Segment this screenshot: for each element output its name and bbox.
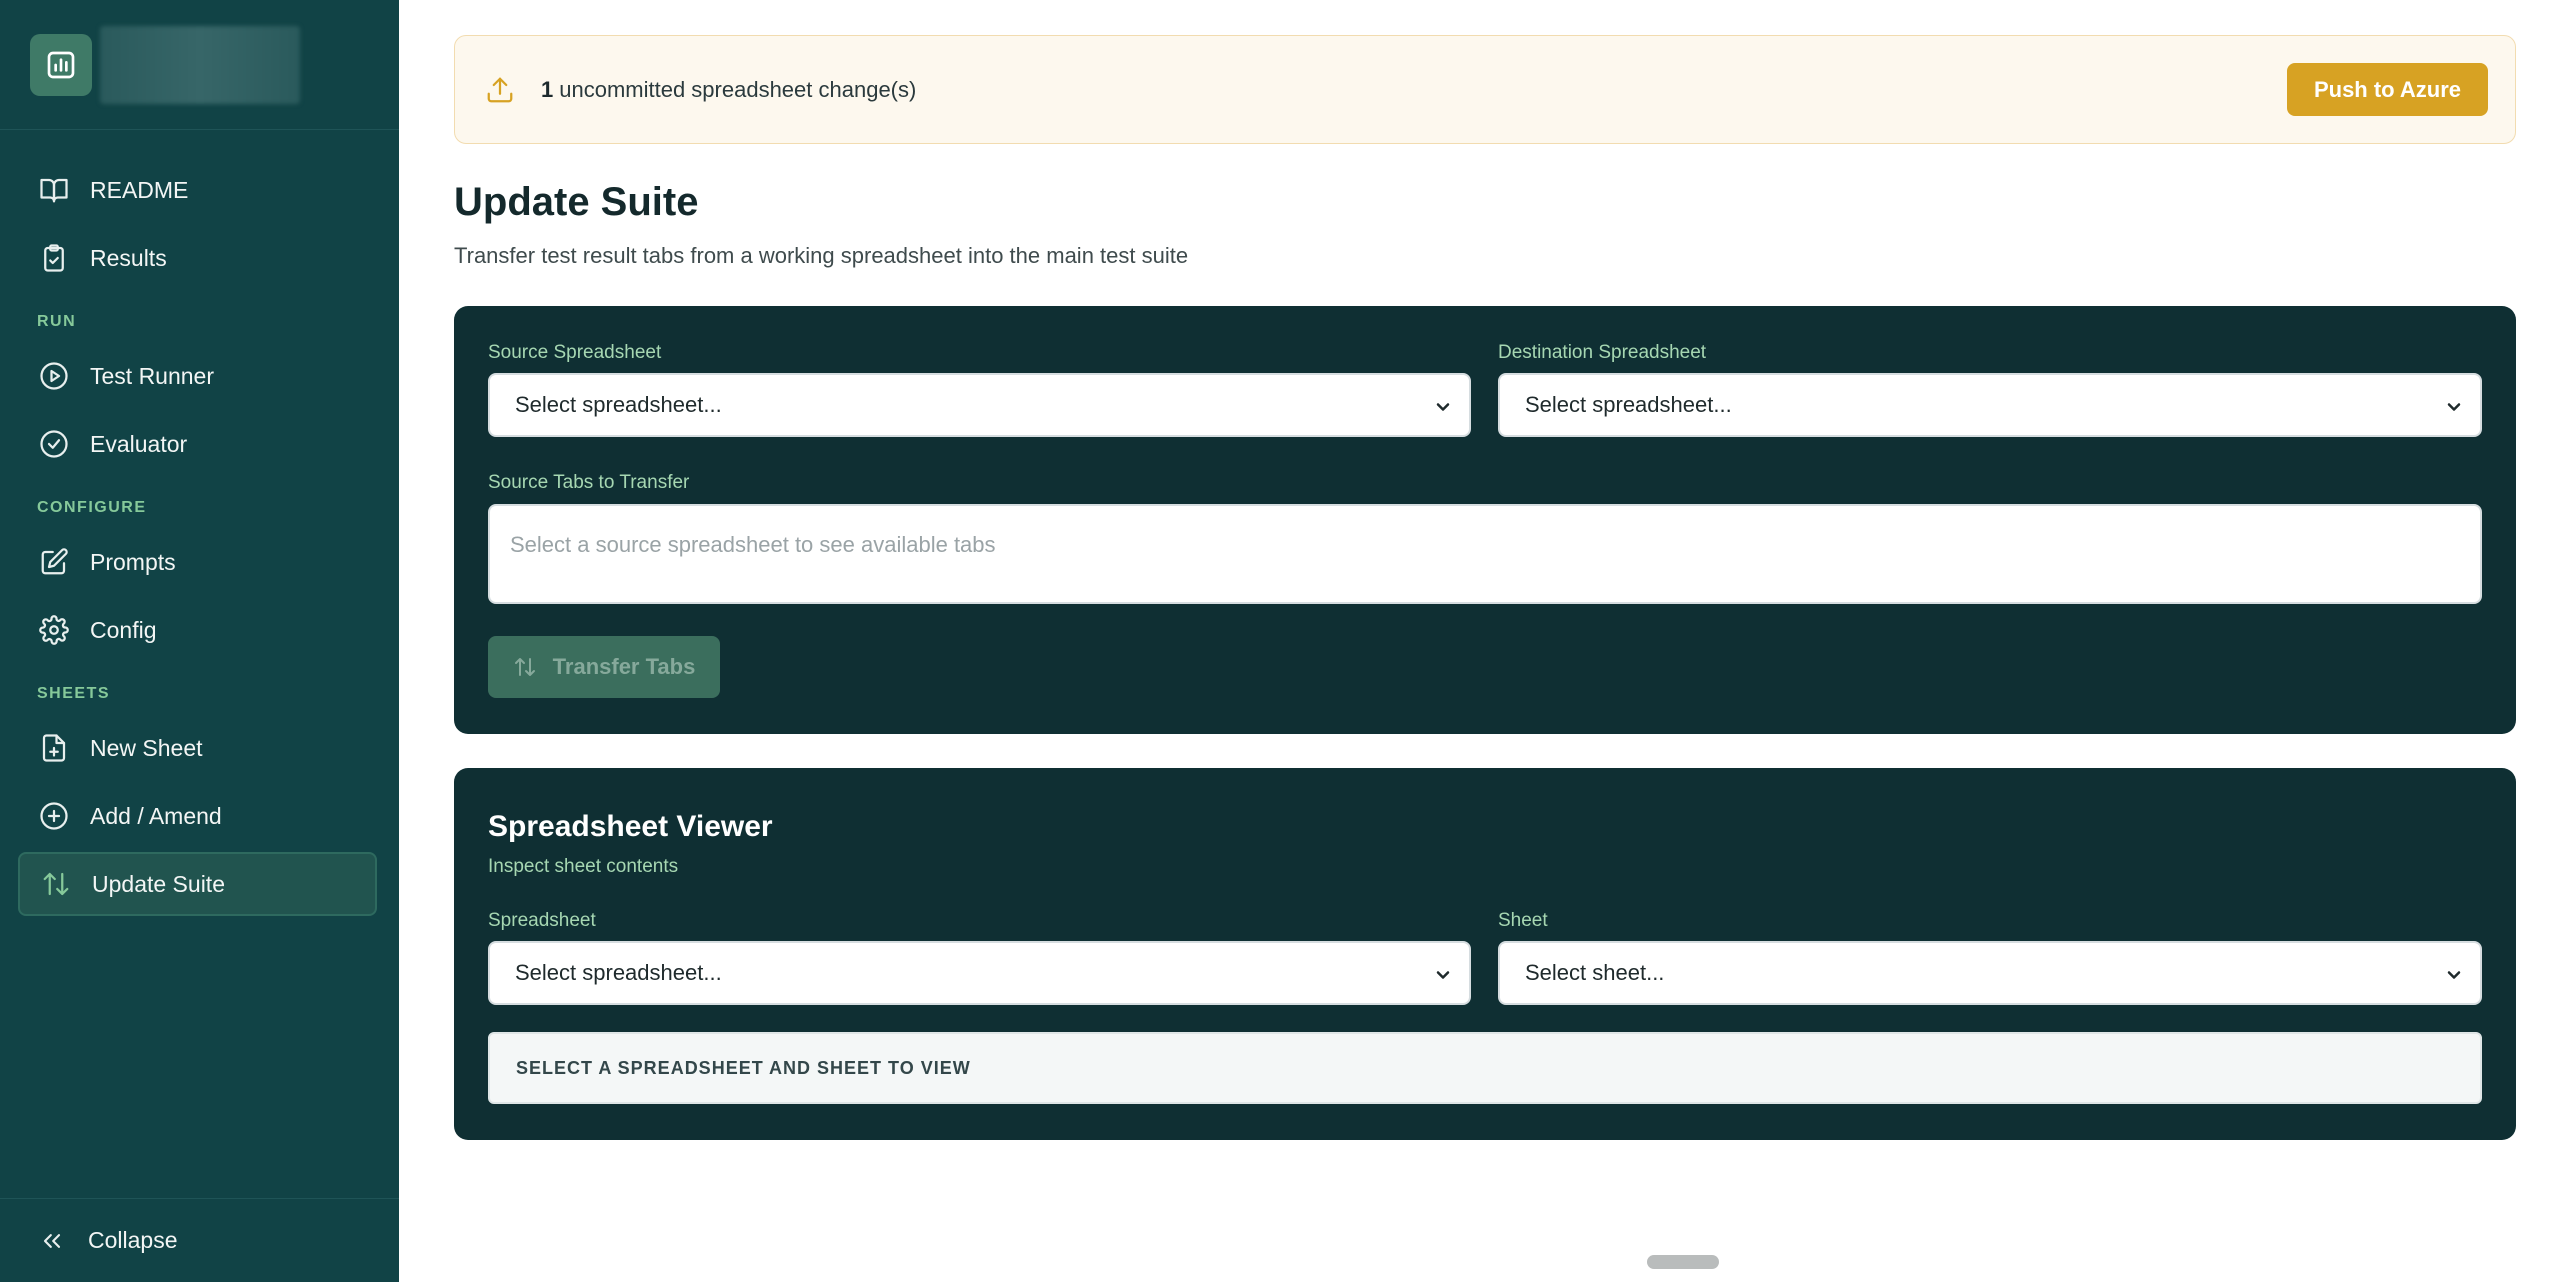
brand-name-redacted — [100, 25, 300, 104]
sidebar-item-evaluator[interactable]: Evaluator — [18, 412, 377, 476]
plus-circle-icon — [38, 800, 70, 832]
chevron-down-icon — [2444, 965, 2464, 991]
app-window: README Results RUN Test Runner Evaluator — [0, 0, 2560, 1282]
source-tabs-placeholder: Select a source spreadsheet to see avail… — [510, 532, 996, 557]
change-count: 1 — [541, 76, 554, 102]
gear-icon — [38, 614, 70, 646]
section-run: RUN — [37, 313, 77, 330]
sidebar-item-label: Test Runner — [90, 362, 215, 389]
source-spreadsheet-select[interactable]: Select spreadsheet... — [488, 373, 1471, 437]
sidebar: README Results RUN Test Runner Evaluator — [0, 0, 399, 1282]
source-tabs-list[interactable]: Select a source spreadsheet to see avail… — [488, 504, 2482, 604]
sidebar-item-label: Config — [90, 616, 157, 643]
spreadsheet-viewer-card: Spreadsheet Viewer Inspect sheet content… — [454, 768, 2516, 1140]
section-sheets: SHEETS — [37, 685, 111, 702]
brand — [0, 0, 399, 130]
sidebar-item-label: New Sheet — [90, 734, 203, 761]
sidebar-item-new-sheet[interactable]: New Sheet — [18, 716, 377, 780]
uncommitted-changes-banner: 1 uncommitted spreadsheet change(s) Push … — [454, 35, 2516, 144]
page-subtitle: Transfer test result tabs from a working… — [454, 243, 1189, 268]
clipboard-check-icon — [38, 242, 70, 274]
source-tabs-label: Source Tabs to Transfer — [488, 472, 690, 493]
sidebar-item-test-runner[interactable]: Test Runner — [18, 344, 377, 408]
chevron-down-icon — [1433, 397, 1453, 423]
destination-spreadsheet-label: Destination Spreadsheet — [1498, 342, 1707, 363]
check-circle-icon — [38, 428, 70, 460]
sidebar-item-label: Add / Amend — [90, 802, 222, 829]
viewer-spreadsheet-value: Select spreadsheet... — [515, 960, 722, 985]
source-spreadsheet-label: Source Spreadsheet — [488, 342, 662, 363]
sidebar-item-prompts[interactable]: Prompts — [18, 530, 377, 594]
destination-spreadsheet-value: Select spreadsheet... — [1525, 392, 1732, 417]
chevrons-left-icon — [38, 1227, 66, 1255]
viewer-spreadsheet-select[interactable]: Select spreadsheet... — [488, 941, 1471, 1005]
play-circle-icon — [38, 360, 70, 392]
sidebar-item-label: Evaluator — [90, 430, 188, 457]
viewer-spreadsheet-label: Spreadsheet — [488, 910, 596, 931]
sidebar-item-update-suite[interactable]: Update Suite — [18, 852, 377, 916]
bar-chart-icon[interactable] — [30, 33, 92, 96]
file-plus-icon — [38, 732, 70, 764]
arrows-up-down-icon — [40, 868, 72, 900]
book-icon — [38, 174, 70, 206]
sidebar-item-results[interactable]: Results — [18, 226, 377, 290]
arrows-up-down-icon — [513, 655, 537, 679]
transfer-card: Source Spreadsheet Select spreadsheet...… — [454, 306, 2516, 734]
sidebar-item-add-amend[interactable]: Add / Amend — [18, 784, 377, 848]
sidebar-item-readme[interactable]: README — [18, 158, 377, 222]
upload-icon — [485, 75, 515, 105]
sidebar-item-config[interactable]: Config — [18, 598, 377, 662]
sidebar-item-label: Results — [90, 244, 167, 271]
chevron-down-icon — [1433, 965, 1453, 991]
sidebar-item-label: Update Suite — [92, 870, 225, 897]
collapse-label: Collapse — [88, 1227, 178, 1253]
section-configure: CONFIGURE — [37, 499, 147, 516]
collapse-button[interactable]: Collapse — [0, 1198, 399, 1282]
page-title: Update Suite — [454, 180, 699, 224]
viewer-sheet-value: Select sheet... — [1525, 960, 1665, 985]
destination-spreadsheet-select[interactable]: Select spreadsheet... — [1498, 373, 2482, 437]
chevron-down-icon — [2444, 397, 2464, 423]
sidebar-nav: README Results RUN Test Runner Evaluator — [0, 130, 399, 916]
push-to-azure-button[interactable]: Push to Azure — [2287, 63, 2488, 116]
banner-message: 1 uncommitted spreadsheet change(s) — [541, 77, 916, 103]
transfer-tabs-label: Transfer Tabs — [552, 654, 696, 679]
banner-text: uncommitted spreadsheet change(s) — [559, 76, 917, 102]
sidebar-item-label: Prompts — [90, 548, 176, 575]
viewer-subtitle: Inspect sheet contents — [488, 856, 679, 877]
viewer-empty-state: SELECT A SPREADSHEET AND SHEET TO VIEW — [488, 1032, 2482, 1104]
viewer-sheet-select[interactable]: Select sheet... — [1498, 941, 2482, 1005]
viewer-sheet-label: Sheet — [1498, 910, 1548, 931]
edit-icon — [38, 546, 70, 578]
main-content: 1 uncommitted spreadsheet change(s) Push … — [399, 0, 2560, 1282]
transfer-tabs-button[interactable]: Transfer Tabs — [488, 636, 720, 698]
source-spreadsheet-value: Select spreadsheet... — [515, 392, 722, 417]
viewer-empty-message: SELECT A SPREADSHEET AND SHEET TO VIEW — [516, 1057, 971, 1078]
sidebar-item-label: README — [90, 176, 189, 203]
scroll-handle[interactable] — [1647, 1255, 1719, 1269]
viewer-title: Spreadsheet Viewer — [488, 810, 773, 843]
